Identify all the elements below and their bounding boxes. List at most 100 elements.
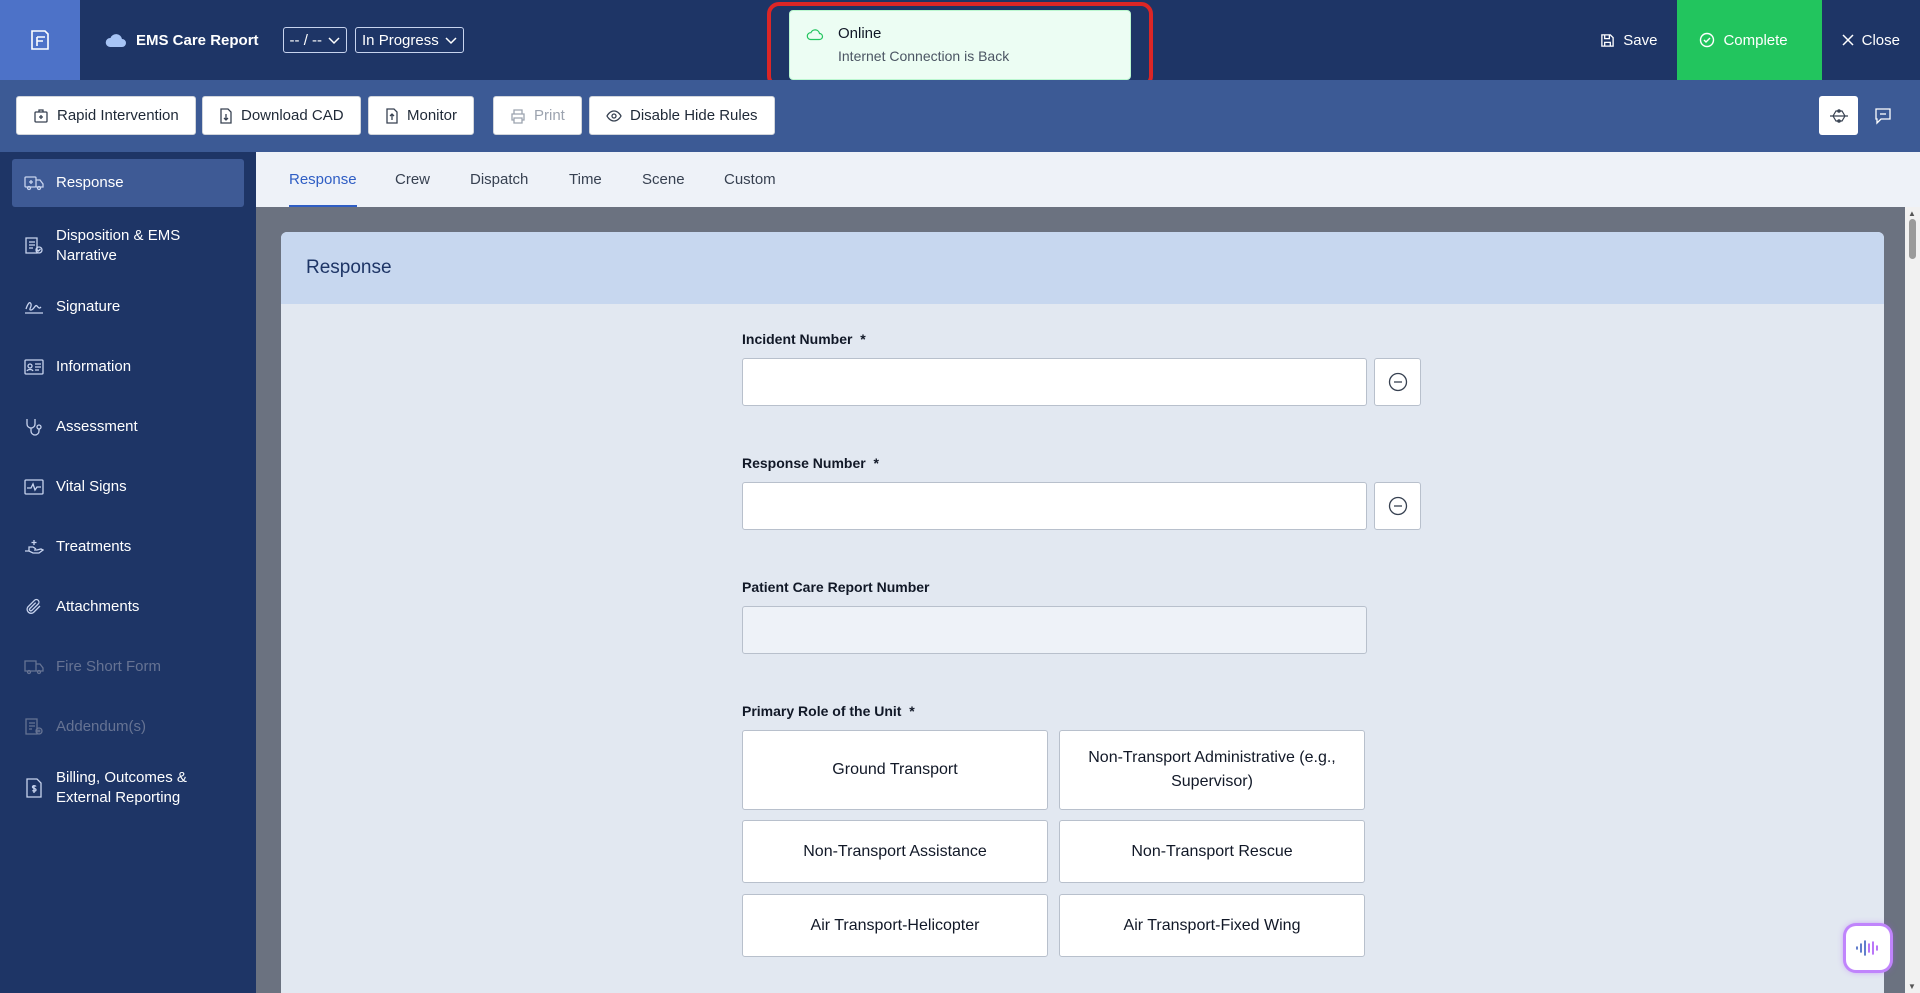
close-label: Close: [1861, 31, 1900, 49]
scroll-down-arrow-icon[interactable]: ▼: [1908, 982, 1916, 991]
toast-message: Internet Connection is Back: [838, 48, 1010, 64]
flow-chart-icon: [1829, 108, 1848, 123]
minus-circle-icon: [1388, 372, 1407, 392]
date-select[interactable]: -- / --: [282, 27, 348, 53]
chevron-down-icon: [445, 32, 457, 49]
cloud-icon: [105, 34, 126, 47]
sidebar-item-information[interactable]: Information: [12, 343, 244, 391]
response-number-label: Response Number *: [742, 455, 879, 471]
tab-crew[interactable]: Crew: [395, 152, 430, 207]
response-number-not-value-button[interactable]: [1374, 482, 1421, 530]
primary-role-label-text: Primary Role of the Unit: [742, 703, 902, 719]
role-option-ground-transport[interactable]: Ground Transport: [742, 730, 1048, 810]
section-tabs: Response Crew Dispatch Time Scene Custom: [256, 152, 1920, 207]
role-option-non-transport-rescue[interactable]: Non-Transport Rescue: [1059, 820, 1365, 883]
sidebar-item-label: Disposition & EMS Narrative: [56, 227, 181, 264]
download-cad-button[interactable]: Download CAD: [202, 96, 361, 135]
section-title: Response: [281, 232, 1884, 304]
sidebar-item-label: Treatments: [56, 538, 132, 555]
sidebar-item-label: Response: [56, 174, 124, 191]
hand-treatment-icon: [12, 538, 56, 556]
scrollbar-thumb[interactable]: [1909, 219, 1916, 259]
sidebar-item-label: Attachments: [56, 598, 140, 615]
heartbeat-icon: [12, 479, 56, 495]
logo-icon: [31, 30, 49, 50]
comments-button[interactable]: [1863, 96, 1902, 135]
clipboard-check-icon: [12, 237, 56, 255]
response-number-input[interactable]: [742, 482, 1367, 530]
save-button[interactable]: Save: [1580, 0, 1677, 80]
app-title-text: EMS Care Report: [136, 31, 259, 49]
connection-toast[interactable]: Online Internet Connection is Back: [789, 10, 1131, 80]
status-select-value: In Progress: [362, 31, 439, 49]
date-select-value: -- / --: [289, 31, 323, 49]
file-import-icon: [386, 107, 398, 124]
sidebar-item-response[interactable]: Response: [12, 159, 244, 207]
action-toolbar: Rapid Intervention Download CAD Monitor …: [0, 80, 1920, 152]
sidebar-item-vital-signs[interactable]: Vital Signs: [12, 463, 244, 511]
audio-wave-icon: [1856, 940, 1878, 956]
role-option-air-transport-fixed-wing[interactable]: Air Transport-Fixed Wing: [1059, 894, 1365, 957]
role-option-non-transport-assistance[interactable]: Non-Transport Assistance: [742, 820, 1048, 883]
eye-icon: [606, 109, 622, 122]
paperclip-icon: [12, 598, 56, 616]
app-logo[interactable]: [0, 0, 80, 80]
vertical-scrollbar[interactable]: ▲ ▼: [1905, 207, 1920, 993]
scroll-up-arrow-icon[interactable]: ▲: [1908, 209, 1916, 218]
sidebar-item-label: Information: [56, 358, 132, 375]
sidebar-item-signature[interactable]: Signature: [12, 283, 244, 331]
tab-time[interactable]: Time: [569, 152, 602, 207]
pcr-number-input: [742, 606, 1367, 654]
app-title: EMS Care Report: [104, 31, 259, 49]
required-marker: *: [873, 455, 879, 471]
sidebar-item-billing[interactable]: Billing, Outcomes & External Reporting: [12, 763, 244, 813]
download-cad-label: Download CAD: [241, 107, 344, 124]
required-marker: *: [909, 703, 915, 719]
chat-bubble-icon: [1874, 107, 1891, 125]
file-download-icon: [220, 107, 232, 124]
main-content: Response Crew Dispatch Time Scene Custom…: [256, 152, 1920, 993]
sidebar-item-label: Vital Signs: [56, 478, 127, 495]
print-label: Print: [534, 107, 565, 124]
sidebar-item-label: Billing, Outcomes & External Reporting: [56, 769, 187, 806]
disable-hide-rules-button[interactable]: Disable Hide Rules: [589, 96, 775, 135]
id-card-icon: [12, 359, 56, 375]
rapid-intervention-button[interactable]: Rapid Intervention: [16, 96, 196, 135]
tab-dispatch[interactable]: Dispatch: [470, 152, 528, 207]
sidebar-item-label: Assessment: [56, 418, 138, 435]
role-option-non-transport-administrative[interactable]: Non-Transport Administrative (e.g., Supe…: [1059, 730, 1365, 810]
incident-number-not-value-button[interactable]: [1374, 358, 1421, 406]
rapid-intervention-label: Rapid Intervention: [57, 107, 179, 124]
sidebar-item-label: Addendum(s): [56, 718, 147, 735]
status-select[interactable]: In Progress: [355, 27, 464, 53]
sidebar-item-treatments[interactable]: Treatments: [12, 523, 244, 571]
floppy-disk-icon: [1601, 33, 1615, 47]
pcr-number-label: Patient Care Report Number: [742, 579, 930, 595]
save-label: Save: [1623, 31, 1658, 49]
tab-response[interactable]: Response: [289, 152, 357, 207]
close-icon: [1842, 34, 1854, 46]
incident-number-label-text: Incident Number: [742, 331, 853, 347]
monitor-label: Monitor: [407, 107, 458, 124]
print-button[interactable]: Print: [493, 96, 582, 135]
monitor-button[interactable]: Monitor: [368, 96, 475, 135]
header-actions: Save Complete Close: [1580, 0, 1920, 80]
sidebar-item-fire-short-form[interactable]: Fire Short Form: [12, 643, 244, 691]
voice-assistant-button[interactable]: [1846, 926, 1890, 970]
role-option-air-transport-helicopter[interactable]: Air Transport-Helicopter: [742, 894, 1048, 957]
ambulance-icon: [12, 174, 56, 192]
tab-scene[interactable]: Scene: [642, 152, 685, 207]
workflow-button[interactable]: [1819, 96, 1858, 135]
tab-custom[interactable]: Custom: [724, 152, 776, 207]
close-button[interactable]: Close: [1822, 0, 1920, 80]
sidebar-item-disposition[interactable]: Disposition & EMS Narrative: [12, 221, 244, 271]
sidebar-item-attachments[interactable]: Attachments: [12, 583, 244, 631]
incident-number-label: Incident Number *: [742, 331, 866, 347]
response-number-label-text: Response Number: [742, 455, 866, 471]
complete-button[interactable]: Complete: [1677, 0, 1822, 80]
incident-number-input[interactable]: [742, 358, 1367, 406]
stethoscope-icon: [12, 418, 56, 436]
sidebar-item-addendums[interactable]: Addendum(s): [12, 703, 244, 751]
billing-icon: [12, 778, 56, 798]
sidebar-item-assessment[interactable]: Assessment: [12, 403, 244, 451]
